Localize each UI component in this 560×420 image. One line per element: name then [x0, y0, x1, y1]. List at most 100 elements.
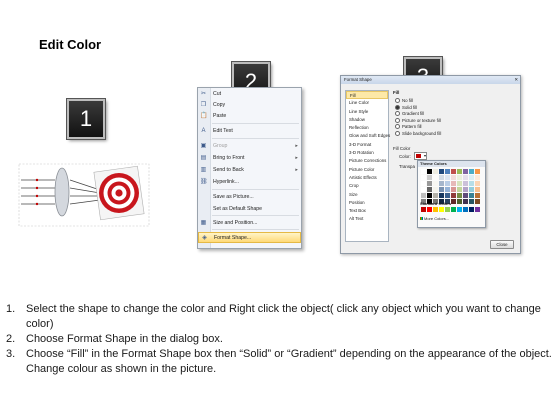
color-swatch[interactable]	[451, 175, 456, 180]
color-swatch[interactable]	[469, 181, 474, 186]
color-swatch[interactable]	[463, 193, 468, 198]
color-swatch[interactable]	[475, 169, 480, 174]
fill-option-no-fill[interactable]: No fill	[395, 98, 413, 104]
color-swatch[interactable]	[433, 169, 438, 174]
color-swatch[interactable]	[457, 187, 462, 192]
color-swatch[interactable]	[457, 175, 462, 180]
color-swatch[interactable]	[445, 175, 450, 180]
standard-color-swatch[interactable]	[457, 207, 462, 212]
color-swatch[interactable]	[457, 193, 462, 198]
color-swatch[interactable]	[445, 193, 450, 198]
nav-item-reflection[interactable]: Reflection	[346, 124, 388, 132]
nav-item-glow-and-soft-edges[interactable]: Glow and Soft Edges	[346, 132, 390, 140]
color-picker-button[interactable]: ▾	[414, 152, 427, 160]
color-swatch[interactable]	[421, 169, 426, 174]
standard-color-swatch[interactable]	[433, 207, 438, 212]
menu-item-copy[interactable]: ❐ Copy	[198, 100, 301, 111]
menu-item-cut[interactable]: ✂ Cut	[198, 89, 301, 100]
menu-item-bring-to-front[interactable]: ▤ Bring to Front ▸	[198, 153, 301, 164]
color-swatch[interactable]	[439, 187, 444, 192]
color-swatch[interactable]	[439, 181, 444, 186]
standard-color-swatch[interactable]	[445, 207, 450, 212]
menu-item-paste[interactable]: 📋 Paste	[198, 111, 301, 122]
standard-color-swatch[interactable]	[427, 207, 432, 212]
color-swatch[interactable]	[445, 187, 450, 192]
standard-color-swatch[interactable]	[469, 207, 474, 212]
color-swatch[interactable]	[421, 181, 426, 186]
color-swatch[interactable]	[457, 199, 462, 204]
color-swatch[interactable]	[469, 193, 474, 198]
color-swatch[interactable]	[445, 169, 450, 174]
more-colors-link[interactable]: More Colors...	[420, 216, 449, 222]
nav-item-artistic-effects[interactable]: Artistic Effects	[346, 174, 388, 182]
color-swatch[interactable]	[445, 181, 450, 186]
color-swatch[interactable]	[457, 181, 462, 186]
nav-item-3-d-rotation[interactable]: 3-D Rotation	[346, 149, 388, 157]
target-illustration[interactable]	[15, 150, 155, 235]
standard-color-swatch[interactable]	[439, 207, 444, 212]
nav-item-line-color[interactable]: Line Color	[346, 99, 388, 107]
color-swatch[interactable]	[439, 175, 444, 180]
menu-item-format-shape[interactable]: ◈ Format Shape...	[198, 232, 301, 243]
nav-item-position[interactable]: Position	[346, 199, 388, 207]
nav-item-picture-corrections[interactable]: Picture Corrections	[346, 157, 388, 165]
color-swatch[interactable]	[427, 169, 432, 174]
color-swatch[interactable]	[439, 193, 444, 198]
nav-item-alt-text[interactable]: Alt Text	[346, 215, 388, 223]
color-swatch[interactable]	[475, 193, 480, 198]
menu-item-hyperlink[interactable]: ⛓ Hyperlink...	[198, 177, 301, 188]
color-swatch[interactable]	[463, 187, 468, 192]
color-swatch[interactable]	[451, 187, 456, 192]
menu-item-size-and-position[interactable]: ▦ Size and Position...	[198, 218, 301, 229]
nav-item-size[interactable]: Size	[346, 191, 388, 199]
fill-option-solid-fill[interactable]: Solid fill	[395, 105, 417, 110]
color-swatch[interactable]	[469, 175, 474, 180]
color-swatch[interactable]	[421, 187, 426, 192]
standard-color-swatch[interactable]	[475, 207, 480, 212]
menu-item-set-as-default-shape[interactable]: Set as Default Shape	[198, 204, 301, 215]
color-swatch[interactable]	[475, 187, 480, 192]
color-swatch[interactable]	[475, 199, 480, 204]
color-swatch[interactable]	[463, 181, 468, 186]
color-swatch[interactable]	[451, 199, 456, 204]
color-swatch[interactable]	[451, 181, 456, 186]
menu-item-save-as-picture[interactable]: Save as Picture...	[198, 192, 301, 203]
menu-item-send-to-back[interactable]: ▥ Send to Back ▸	[198, 165, 301, 176]
close-button[interactable]: Close	[490, 240, 514, 249]
color-swatch[interactable]	[463, 175, 468, 180]
color-swatch[interactable]	[469, 187, 474, 192]
close-icon[interactable]: ✕	[514, 76, 518, 84]
nav-item-text-box[interactable]: Text Box	[346, 207, 388, 215]
nav-item-fill[interactable]: Fill	[346, 91, 388, 100]
nav-item-shadow[interactable]: Shadow	[346, 116, 388, 124]
color-swatch[interactable]	[463, 169, 468, 174]
standard-color-swatch[interactable]	[463, 207, 468, 212]
color-swatch[interactable]	[469, 169, 474, 174]
nav-item-3-d-format[interactable]: 3-D Format	[346, 141, 388, 149]
color-swatch[interactable]	[433, 193, 438, 198]
color-swatch[interactable]	[427, 193, 432, 198]
color-swatch[interactable]	[427, 187, 432, 192]
nav-item-crop[interactable]: Crop	[346, 182, 388, 190]
color-swatch[interactable]	[451, 169, 456, 174]
color-swatch[interactable]	[427, 175, 432, 180]
color-swatch[interactable]	[439, 169, 444, 174]
fill-option-picture-or-texture-fill[interactable]: Picture or texture fill	[395, 118, 441, 123]
color-swatch[interactable]	[469, 199, 474, 204]
color-swatch[interactable]	[433, 181, 438, 186]
menu-item-edit-text[interactable]: A Edit Text	[198, 126, 301, 137]
color-swatch[interactable]	[475, 181, 480, 186]
fill-option-gradient-fill[interactable]: Gradient fill	[395, 111, 424, 117]
color-swatch[interactable]	[475, 175, 480, 180]
nav-item-picture-color[interactable]: Picture Color	[346, 166, 388, 174]
standard-color-swatch[interactable]	[421, 207, 426, 212]
color-swatch[interactable]	[451, 193, 456, 198]
color-swatch[interactable]	[421, 175, 426, 180]
fill-option-slide-background-fill[interactable]: Slide background fill	[395, 131, 441, 136]
nav-item-line-style[interactable]: Line Style	[346, 108, 388, 116]
color-swatch[interactable]	[457, 169, 462, 174]
color-swatch[interactable]	[433, 175, 438, 180]
menu-item-group[interactable]: ▣ Group ▸	[198, 141, 301, 152]
standard-color-swatch[interactable]	[451, 207, 456, 212]
color-swatch[interactable]	[463, 199, 468, 204]
